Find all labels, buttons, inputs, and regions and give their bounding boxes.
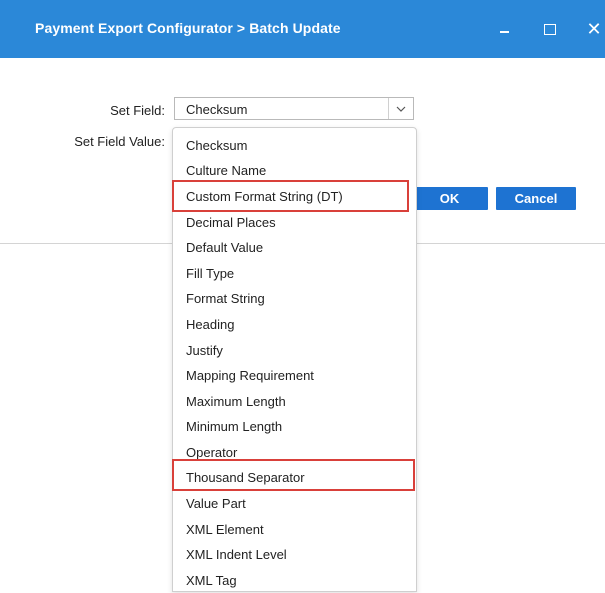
dropdown-option-mapping-requirement[interactable]: Mapping Requirement — [186, 364, 314, 388]
minimize-button[interactable] — [482, 0, 526, 58]
dropdown-option-minimum-length[interactable]: Minimum Length — [186, 415, 282, 439]
dropdown-option-checksum[interactable]: Checksum — [186, 134, 247, 158]
dropdown-option-justify[interactable]: Justify — [186, 339, 223, 363]
dropdown-option-format-string[interactable]: Format String — [186, 287, 265, 311]
highlight-box-thousand-separator — [172, 459, 415, 491]
dropdown-option-heading[interactable]: Heading — [186, 313, 234, 337]
dropdown-toggle[interactable] — [388, 98, 413, 119]
chevron-down-icon — [396, 106, 406, 112]
maximize-button[interactable] — [528, 0, 572, 58]
dropdown-option-maximum-length[interactable]: Maximum Length — [186, 390, 286, 414]
dropdown-option-xml-element[interactable]: XML Element — [186, 518, 264, 542]
set-field-selected-value: Checksum — [186, 102, 248, 117]
set-field-label: Set Field: — [110, 103, 165, 118]
minimize-icon — [499, 31, 509, 33]
close-icon: ✕ — [586, 19, 602, 39]
dropdown-option-xml-tag[interactable]: XML Tag — [186, 569, 237, 593]
cancel-button[interactable]: Cancel — [496, 187, 576, 210]
set-field-value-label: Set Field Value: — [74, 134, 165, 149]
title-bar: Payment Export Configurator > Batch Upda… — [0, 0, 605, 58]
dropdown-option-xml-indent-level[interactable]: XML Indent Level — [186, 543, 287, 567]
dropdown-option-value-part[interactable]: Value Part — [186, 492, 246, 516]
dropdown-option-decimal-places[interactable]: Decimal Places — [186, 211, 276, 235]
highlight-box-custom-format-string — [172, 180, 409, 212]
window-title: Payment Export Configurator > Batch Upda… — [35, 20, 341, 36]
ok-button[interactable]: OK — [411, 187, 488, 210]
dropdown-option-fill-type[interactable]: Fill Type — [186, 262, 234, 286]
close-button[interactable]: ✕ — [574, 0, 605, 58]
set-field-select[interactable]: Checksum — [174, 97, 414, 120]
maximize-icon — [544, 23, 556, 35]
dropdown-option-default-value[interactable]: Default Value — [186, 236, 263, 260]
